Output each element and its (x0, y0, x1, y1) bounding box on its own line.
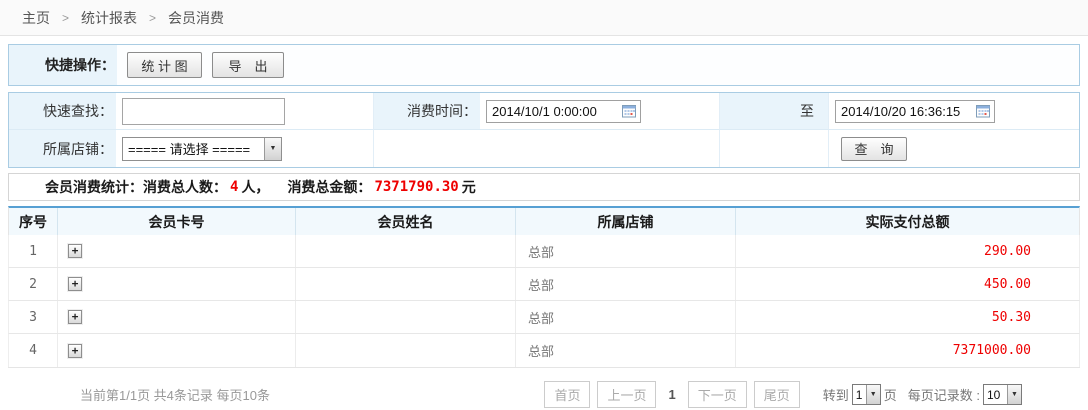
time-to-label: 至 (720, 93, 828, 130)
goto-page-value: 1 (853, 385, 866, 404)
goto-page-select[interactable]: 1 ▼ (852, 384, 881, 405)
goto-unit: 页 (884, 385, 897, 404)
stats-amount-label: 消费总金额： (287, 177, 371, 197)
card-number-cell: + (58, 334, 296, 367)
member-name-cell (296, 334, 516, 367)
chevron-down-icon: ▼ (1007, 385, 1021, 404)
header-member-name: 会员姓名 (296, 208, 516, 235)
query-cell: 查 询 (828, 130, 1079, 167)
store-label: 所属店铺： (9, 130, 116, 167)
header-paid-total: 实际支付总额 (736, 208, 1079, 235)
time-to-cell: 2014/10/20 16:36:15 (828, 93, 1079, 130)
table-row[interactable]: 1 + 总部 290.00 (8, 235, 1080, 268)
expand-row-icon[interactable]: + (68, 344, 82, 358)
member-name-cell (296, 301, 516, 333)
calendar-icon[interactable] (976, 104, 991, 118)
time-to-value: 2014/10/20 16:36:15 (841, 104, 960, 119)
header-index: 序号 (9, 208, 58, 235)
card-number-cell: + (58, 301, 296, 333)
table-row[interactable]: 4 + 总部 7371000.00 (8, 334, 1080, 367)
export-button[interactable]: 导 出 (212, 52, 284, 78)
time-range-label: 消费时间： (374, 93, 480, 130)
member-name-cell (296, 235, 516, 267)
pager-controls: 首页 上一页 1 下一页 尾页 转到 1 ▼ 页 每页记录数 : 10 ▼ (544, 381, 1022, 408)
paid-amount: 7371000.00 (953, 343, 1031, 358)
last-page-button[interactable]: 尾页 (754, 381, 800, 408)
card-number-cell: + (58, 268, 296, 300)
page-size-label: 每页记录数 : (908, 385, 980, 404)
total-people-count: 4 (230, 179, 238, 195)
header-store: 所属店铺 (516, 208, 736, 235)
breadcrumb-separator: > (62, 11, 69, 25)
store-select-cell: ===== 请选择 ===== ▼ (116, 130, 374, 167)
expand-row-icon[interactable]: + (68, 277, 82, 291)
time-from-input[interactable]: 2014/10/1 0:00:00 (486, 100, 641, 123)
breadcrumb-reports[interactable]: 统计报表 (81, 8, 137, 28)
next-page-button[interactable]: 下一页 (688, 381, 747, 408)
quick-search-label: 快速查找： (9, 93, 116, 130)
chevron-down-icon: ▼ (866, 385, 880, 404)
table-row[interactable]: 2 + 总部 450.00 (8, 268, 1080, 301)
quick-search-cell (116, 93, 374, 130)
paid-total-cell: 7371000.00 (736, 334, 1079, 367)
empty-cell (480, 130, 720, 167)
paid-total-cell: 450.00 (736, 268, 1079, 300)
goto-label: 转到 (823, 385, 849, 404)
member-name-cell (296, 268, 516, 300)
goto-page-group: 转到 1 ▼ 页 每页记录数 : 10 ▼ (823, 384, 1022, 405)
stats-amount-unit: 元 (462, 177, 476, 197)
empty-cell (720, 130, 828, 167)
breadcrumb-separator: > (149, 11, 156, 25)
chevron-down-icon: ▼ (264, 138, 281, 160)
breadcrumb: 主页 > 统计报表 > 会员消费 (0, 0, 1088, 36)
calendar-icon[interactable] (622, 104, 637, 118)
stats-label: 会员消费统计：消费总人数： (45, 177, 227, 197)
quick-operations-label: 快捷操作： (9, 45, 117, 85)
header-card-number: 会员卡号 (58, 208, 296, 235)
quick-search-input[interactable] (122, 98, 285, 125)
paid-amount: 290.00 (984, 244, 1031, 259)
expand-row-icon[interactable]: + (68, 244, 82, 258)
page-size-value: 10 (984, 385, 1007, 404)
current-page-number: 1 (668, 387, 675, 402)
consumption-stats-bar: 会员消费统计：消费总人数： 4 人， 消费总金额： 7371790.30 元 (8, 173, 1080, 201)
total-amount-value: 7371790.30 (374, 179, 458, 195)
time-to-input[interactable]: 2014/10/20 16:36:15 (835, 100, 995, 123)
breadcrumb-home[interactable]: 主页 (22, 8, 50, 28)
query-button[interactable]: 查 询 (841, 137, 907, 161)
quick-operations-buttons: 统 计 图 导 出 (117, 45, 284, 85)
paid-total-cell: 50.30 (736, 301, 1079, 333)
consumption-table: 序号 会员卡号 会员姓名 所属店铺 实际支付总额 1 + 总部 290.00 2… (8, 206, 1080, 368)
row-index: 2 (9, 268, 58, 300)
stats-count-unit: 人， (241, 177, 269, 197)
page-size-select[interactable]: 10 ▼ (983, 384, 1022, 405)
row-index: 3 (9, 301, 58, 333)
store-cell: 总部 (516, 268, 736, 300)
paid-amount: 50.30 (992, 310, 1031, 325)
time-from-value: 2014/10/1 0:00:00 (492, 104, 597, 119)
store-select-value: ===== 请选择 ===== (123, 138, 264, 160)
store-cell: 总部 (516, 235, 736, 267)
store-cell: 总部 (516, 301, 736, 333)
table-row[interactable]: 3 + 总部 50.30 (8, 301, 1080, 334)
first-page-button[interactable]: 首页 (544, 381, 590, 408)
empty-cell (374, 130, 480, 167)
record-summary: 当前第1/1页 共4条记录 每页10条 (80, 385, 270, 404)
row-index: 1 (9, 235, 58, 267)
quick-operations-panel: 快捷操作： 统 计 图 导 出 (8, 44, 1080, 86)
prev-page-button[interactable]: 上一页 (597, 381, 656, 408)
paid-amount: 450.00 (984, 277, 1031, 292)
store-cell: 总部 (516, 334, 736, 367)
expand-row-icon[interactable]: + (68, 310, 82, 324)
time-from-cell: 2014/10/1 0:00:00 (480, 93, 720, 130)
breadcrumb-current: 会员消费 (168, 8, 224, 28)
table-header-row: 序号 会员卡号 会员姓名 所属店铺 实际支付总额 (8, 206, 1080, 235)
store-select[interactable]: ===== 请选择 ===== ▼ (122, 137, 282, 161)
search-form: 快速查找： 消费时间： 2014/10/1 0:00:00 至 2014/10/… (8, 92, 1080, 168)
statistics-chart-button[interactable]: 统 计 图 (127, 52, 202, 78)
card-number-cell: + (58, 235, 296, 267)
row-index: 4 (9, 334, 58, 367)
paid-total-cell: 290.00 (736, 235, 1079, 267)
pagination-bar: 当前第1/1页 共4条记录 每页10条 首页 上一页 1 下一页 尾页 转到 1… (0, 368, 1088, 408)
